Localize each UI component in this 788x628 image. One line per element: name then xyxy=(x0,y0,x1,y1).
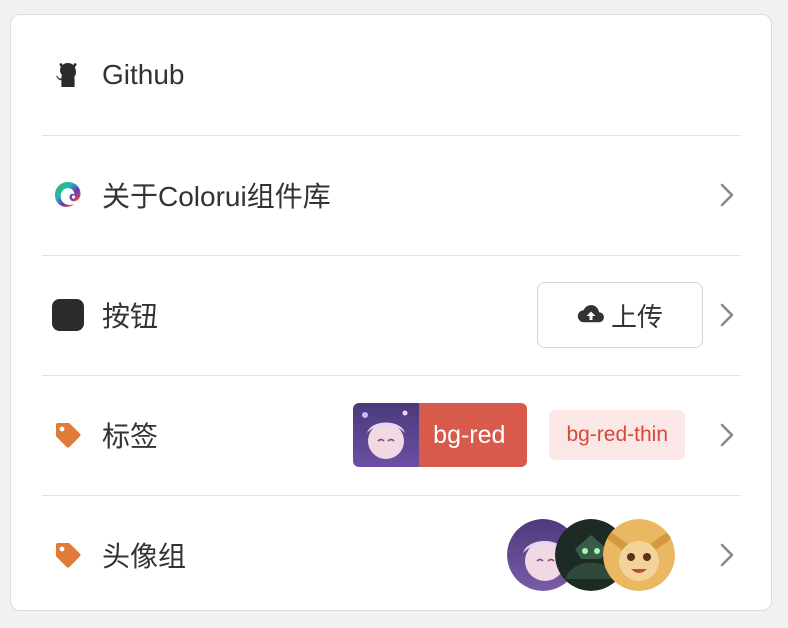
avatar-group xyxy=(507,519,675,591)
chevron-right-icon xyxy=(717,179,737,211)
list-item-label: 关于Colorui组件库 xyxy=(102,181,331,212)
chevron-right-icon xyxy=(717,419,737,451)
cloud-upload-icon xyxy=(577,304,605,326)
menu-card: Github 关于Colorui组件库 按钮 上传 标签 bg-red bg-r… xyxy=(10,14,772,611)
list-item-avatar-group[interactable]: 头像组 xyxy=(42,495,741,615)
github-icon xyxy=(52,59,84,91)
list-item-github[interactable]: Github xyxy=(42,15,741,136)
upload-button-label: 上传 xyxy=(610,301,663,332)
upload-button[interactable]: 上传 xyxy=(537,282,703,348)
bg-red-thin-tag: bg-red-thin xyxy=(549,410,685,460)
tag-icon xyxy=(52,539,84,571)
avatar-image xyxy=(353,403,420,467)
chevron-right-icon xyxy=(717,539,737,571)
avatar xyxy=(603,519,675,591)
list-item-tag[interactable]: 标签 bg-red bg-red-thin xyxy=(42,375,741,496)
bg-red-tag: bg-red xyxy=(353,403,528,467)
list-item-label: Github xyxy=(102,59,185,90)
list-item-label: 头像组 xyxy=(102,541,187,572)
rounded-square-icon xyxy=(52,299,84,331)
list-item-label: 按钮 xyxy=(102,301,159,332)
bg-red-tag-label: bg-red xyxy=(419,403,528,467)
list-item-button[interactable]: 按钮 上传 xyxy=(42,255,741,376)
list-item-label: 标签 xyxy=(102,421,159,452)
colorui-logo-icon xyxy=(52,179,84,211)
chevron-right-icon xyxy=(717,299,737,331)
list-item-colorui[interactable]: 关于Colorui组件库 xyxy=(42,135,741,256)
tag-icon xyxy=(52,419,84,451)
